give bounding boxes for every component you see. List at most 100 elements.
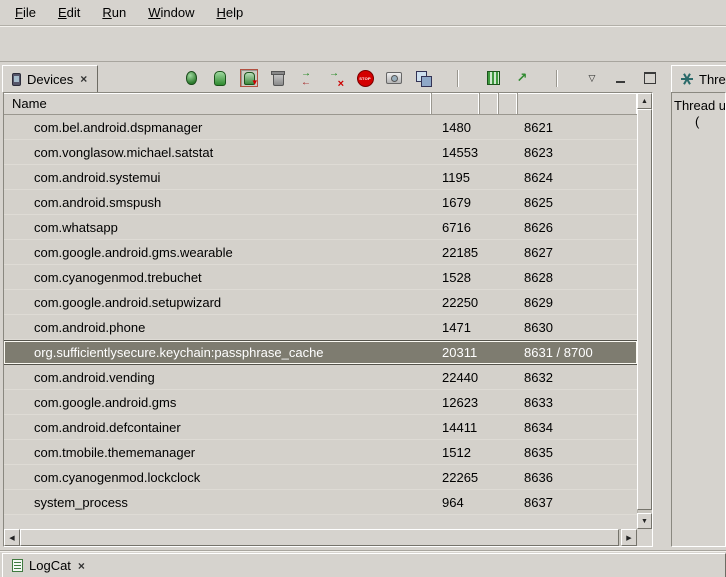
menu-edit[interactable]: Edit xyxy=(47,2,91,23)
column-header-name[interactable]: Name xyxy=(4,93,432,114)
scroll-down-icon[interactable]: ▼ xyxy=(637,513,652,529)
threads-message-line: ( xyxy=(672,114,725,130)
threads-message: Thread up( xyxy=(672,98,725,130)
device-table-header: Name xyxy=(4,93,637,115)
menu-help[interactable]: Help xyxy=(205,2,254,23)
tab-logcat[interactable]: LogCat × xyxy=(2,553,726,577)
device-table-body: com.bel.android.dspmanager1480 8621 com.vo… xyxy=(4,115,637,515)
process-name: com.google.android.gms.wearable xyxy=(4,245,432,260)
process-port: 8632 xyxy=(518,370,637,385)
process-name: com.google.android.gms xyxy=(4,395,432,410)
menu-run[interactable]: Run xyxy=(91,2,137,23)
process-name: com.vonglasow.michael.satstat xyxy=(4,145,432,160)
process-port: 8636 xyxy=(518,470,637,485)
column-header-pid[interactable] xyxy=(432,93,480,114)
vertical-scroll-thumb[interactable] xyxy=(637,109,652,510)
table-row[interactable]: org.sufficientlysecure.keychain:passphra… xyxy=(4,340,637,365)
process-pid: 1528 xyxy=(432,270,480,285)
table-row[interactable]: com.android.smspush16798625 xyxy=(4,190,637,215)
table-row[interactable]: com.bel.android.dspmanager1480 8621 xyxy=(4,115,637,140)
process-port: 8634 xyxy=(518,420,637,435)
process-port: 8629 xyxy=(518,295,637,310)
tab-devices[interactable]: Devices × xyxy=(2,65,98,92)
scroll-left-icon[interactable]: ◀ xyxy=(4,529,20,546)
process-pid: 20311 xyxy=(432,345,480,360)
horizontal-scroll-thumb[interactable] xyxy=(20,529,619,546)
column-header-extra1[interactable] xyxy=(480,93,499,114)
close-icon[interactable]: × xyxy=(79,72,88,86)
update-threads-icon[interactable] xyxy=(298,69,316,87)
dump-hprof-icon[interactable] xyxy=(240,69,258,87)
process-port: 8635 xyxy=(518,445,637,460)
threads-icon xyxy=(681,73,693,85)
table-row[interactable]: com.cyanogenmod.trebuchet1528 8628 xyxy=(4,265,637,290)
view-hierarchy-icon[interactable] xyxy=(414,69,432,87)
process-name: com.google.android.setupwizard xyxy=(4,295,432,310)
capture-systrace-icon[interactable] xyxy=(484,69,502,87)
minimize-icon[interactable] xyxy=(612,69,630,87)
menu-bar: FileEditRunWindowHelp xyxy=(0,0,726,26)
screen-capture-icon[interactable] xyxy=(385,69,403,87)
table-row[interactable]: com.google.android.gms126238633 xyxy=(4,390,637,415)
process-port: 8633 xyxy=(518,395,637,410)
process-pid: 1471 xyxy=(432,320,480,335)
process-port: 8621 xyxy=(518,120,637,135)
process-pid: 1512 xyxy=(432,445,480,460)
close-icon[interactable]: × xyxy=(77,559,86,573)
process-name: org.sufficientlysecure.keychain:passphra… xyxy=(4,345,432,360)
menu-window[interactable]: Window xyxy=(137,2,205,23)
table-row[interactable]: com.android.systemui11958624 xyxy=(4,165,637,190)
process-pid: 1480 xyxy=(432,120,480,135)
process-port: 8628 xyxy=(518,270,637,285)
table-row[interactable]: com.tmobile.thememanager1512 8635 xyxy=(4,440,637,465)
table-row[interactable]: com.google.android.gms.wearable221858627 xyxy=(4,240,637,265)
opengl-trace-icon[interactable] xyxy=(513,69,531,87)
logcat-bar: LogCat × xyxy=(0,550,726,577)
table-row[interactable]: com.google.android.setupwizard222508629 xyxy=(4,290,637,315)
update-heap-icon[interactable] xyxy=(211,69,229,87)
process-port: 8623 xyxy=(518,145,637,160)
column-header-extra2[interactable] xyxy=(499,93,518,114)
process-name: com.cyanogenmod.lockclock xyxy=(4,470,432,485)
stop-process-icon[interactable]: STOP xyxy=(356,69,374,87)
process-pid: 14553 xyxy=(432,145,480,160)
process-name: system_process xyxy=(4,495,432,510)
table-row[interactable]: com.vonglasow.michael.satstat14553 8623 xyxy=(4,140,637,165)
debug-process-icon[interactable] xyxy=(182,69,200,87)
horizontal-scrollbar[interactable]: ◀ ▶ xyxy=(4,529,637,546)
maximize-icon[interactable] xyxy=(641,69,659,87)
process-pid: 1195 xyxy=(432,170,480,185)
table-row[interactable]: system_process9648637 xyxy=(4,490,637,515)
tab-threads[interactable]: Threads × xyxy=(671,65,726,92)
process-pid: 22185 xyxy=(432,245,480,260)
table-row[interactable]: com.android.phone14718630 xyxy=(4,315,637,340)
threads-tabbar: Threads × xyxy=(670,62,726,92)
process-name: com.bel.android.dspmanager xyxy=(4,120,432,135)
toolbar-separator xyxy=(457,70,459,87)
process-name: com.tmobile.thememanager xyxy=(4,445,432,460)
scroll-right-icon[interactable]: ▶ xyxy=(621,529,637,546)
view-menu-icon[interactable]: ▽ xyxy=(583,69,601,87)
cause-gc-icon[interactable] xyxy=(269,69,287,87)
threads-content: Thread up( xyxy=(671,92,726,547)
column-header-port[interactable] xyxy=(518,93,637,114)
process-pid: 1679 xyxy=(432,195,480,210)
table-row[interactable]: com.android.defcontainer144118634 xyxy=(4,415,637,440)
method-profiling-icon[interactable] xyxy=(327,69,345,87)
process-pid: 6716 xyxy=(432,220,480,235)
menu-file[interactable]: File xyxy=(4,2,47,23)
scroll-up-icon[interactable]: ▲ xyxy=(637,93,652,109)
logcat-icon xyxy=(12,559,23,572)
devices-tab-label: Devices xyxy=(27,72,73,87)
process-pid: 964 xyxy=(432,495,480,510)
devices-panel: Devices × STOP ▽ Name com.bel.android.dsp… xyxy=(0,62,667,550)
process-port: 8625 xyxy=(518,195,637,210)
table-row[interactable]: com.cyanogenmod.lockclock222658636 xyxy=(4,465,637,490)
process-name: com.cyanogenmod.trebuchet xyxy=(4,270,432,285)
logcat-tab-label: LogCat xyxy=(29,558,71,573)
process-name: com.android.defcontainer xyxy=(4,420,432,435)
vertical-scrollbar[interactable]: ▲ ▼ xyxy=(637,93,652,529)
table-row[interactable]: com.whatsapp67168626 xyxy=(4,215,637,240)
table-row[interactable]: com.android.vending224408632 xyxy=(4,365,637,390)
scrollbar-corner xyxy=(637,529,652,546)
